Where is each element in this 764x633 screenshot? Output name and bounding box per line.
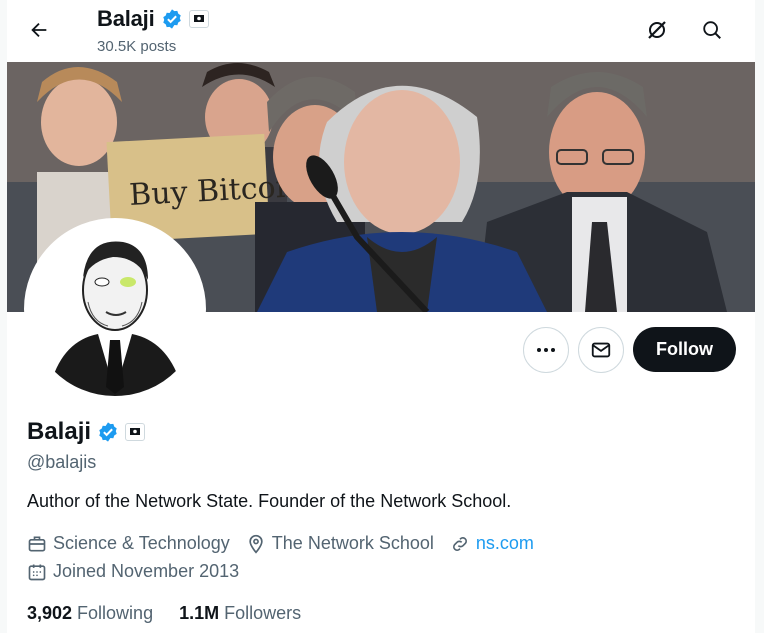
- message-button[interactable]: [578, 327, 624, 373]
- location-pin-icon: [249, 534, 263, 554]
- header-name: Balaji: [97, 6, 155, 31]
- affiliate-flag-icon: [188, 10, 209, 28]
- envelope-icon: [591, 342, 611, 358]
- grok-button[interactable]: [639, 12, 675, 48]
- calendar-icon: [28, 564, 46, 580]
- profile-name: Balaji: [27, 418, 92, 445]
- website-link[interactable]: ns.com: [476, 533, 534, 554]
- category-item: Science & Technology: [27, 533, 230, 554]
- profile-header: Balaji 30.5K posts: [7, 0, 755, 62]
- location-item: The Network School: [246, 533, 434, 554]
- search-button[interactable]: [694, 12, 730, 48]
- more-button[interactable]: [523, 327, 569, 373]
- verified-badge-icon[interactable]: [97, 421, 119, 443]
- profile-page: Balaji 30.5K posts Buy Bitcoin Follow Ba…: [7, 0, 755, 633]
- category-label: Science & Technology: [53, 533, 230, 553]
- followers-count: 1.1M: [179, 603, 220, 623]
- back-button[interactable]: [21, 12, 57, 48]
- profile-meta-row: Science & Technology The Network School …: [27, 533, 550, 554]
- following-label: Following: [77, 603, 154, 623]
- profile-handle: @balajis: [27, 452, 97, 472]
- followers-label: Followers: [224, 603, 302, 623]
- affiliate-flag-icon[interactable]: [125, 423, 146, 441]
- follow-stats: 3,902 Following 1.1M Followers: [27, 603, 301, 624]
- joined-item: Joined November 2013: [27, 561, 239, 582]
- location-label: The Network School: [271, 533, 434, 553]
- follow-button[interactable]: Follow: [633, 327, 736, 372]
- arrow-left-icon: [31, 22, 47, 38]
- joined-label: Joined November 2013: [53, 561, 240, 581]
- profile-avatar[interactable]: [24, 218, 206, 400]
- grok-slash-circle-icon: [648, 21, 666, 39]
- verified-badge-icon: [162, 9, 181, 29]
- link-icon: [452, 536, 467, 551]
- following-count: 3,902: [27, 603, 73, 623]
- avatar-sketch: [28, 222, 202, 396]
- profile-bio: Author of the Network State. Founder of …: [27, 491, 512, 511]
- header-post-count: 30.5K posts: [97, 38, 177, 55]
- header-name-row: Balaji: [97, 6, 209, 32]
- more-dots-icon: [537, 348, 555, 352]
- website-item[interactable]: ns.com: [450, 533, 534, 554]
- joined-row: Joined November 2013: [27, 561, 255, 582]
- briefcase-icon: [28, 536, 46, 551]
- profile-name-row: Balaji: [27, 418, 146, 446]
- following-link[interactable]: 3,902 Following: [27, 603, 153, 624]
- followers-link[interactable]: 1.1M Followers: [179, 603, 301, 624]
- search-icon: [703, 21, 721, 39]
